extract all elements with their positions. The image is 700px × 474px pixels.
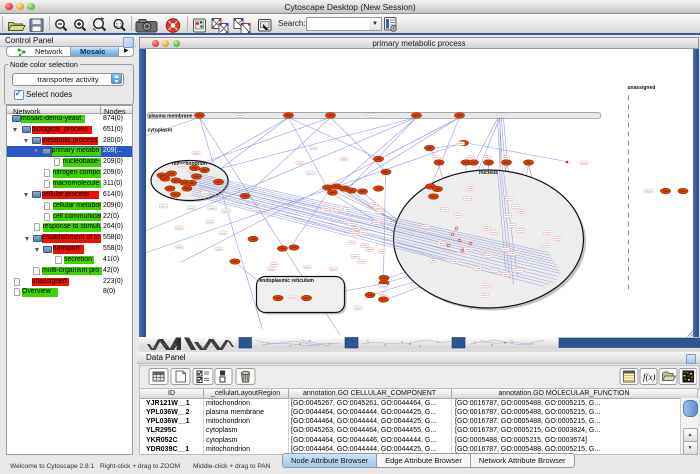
svg-text:f(x): f(x) xyxy=(643,372,656,382)
svg-text:mitochondrion: mitochondrion xyxy=(172,161,207,167)
svg-text:cytoplasm: cytoplasm xyxy=(147,127,172,133)
svg-text:plasma membrane: plasma membrane xyxy=(148,113,192,119)
svg-text:nucleus: nucleus xyxy=(479,170,498,176)
svg-text:endoplasmic reticulum: endoplasmic reticulum xyxy=(259,278,314,284)
svg-text:1:1: 1:1 xyxy=(116,23,123,29)
svg-text:unassigned: unassigned xyxy=(627,85,655,91)
